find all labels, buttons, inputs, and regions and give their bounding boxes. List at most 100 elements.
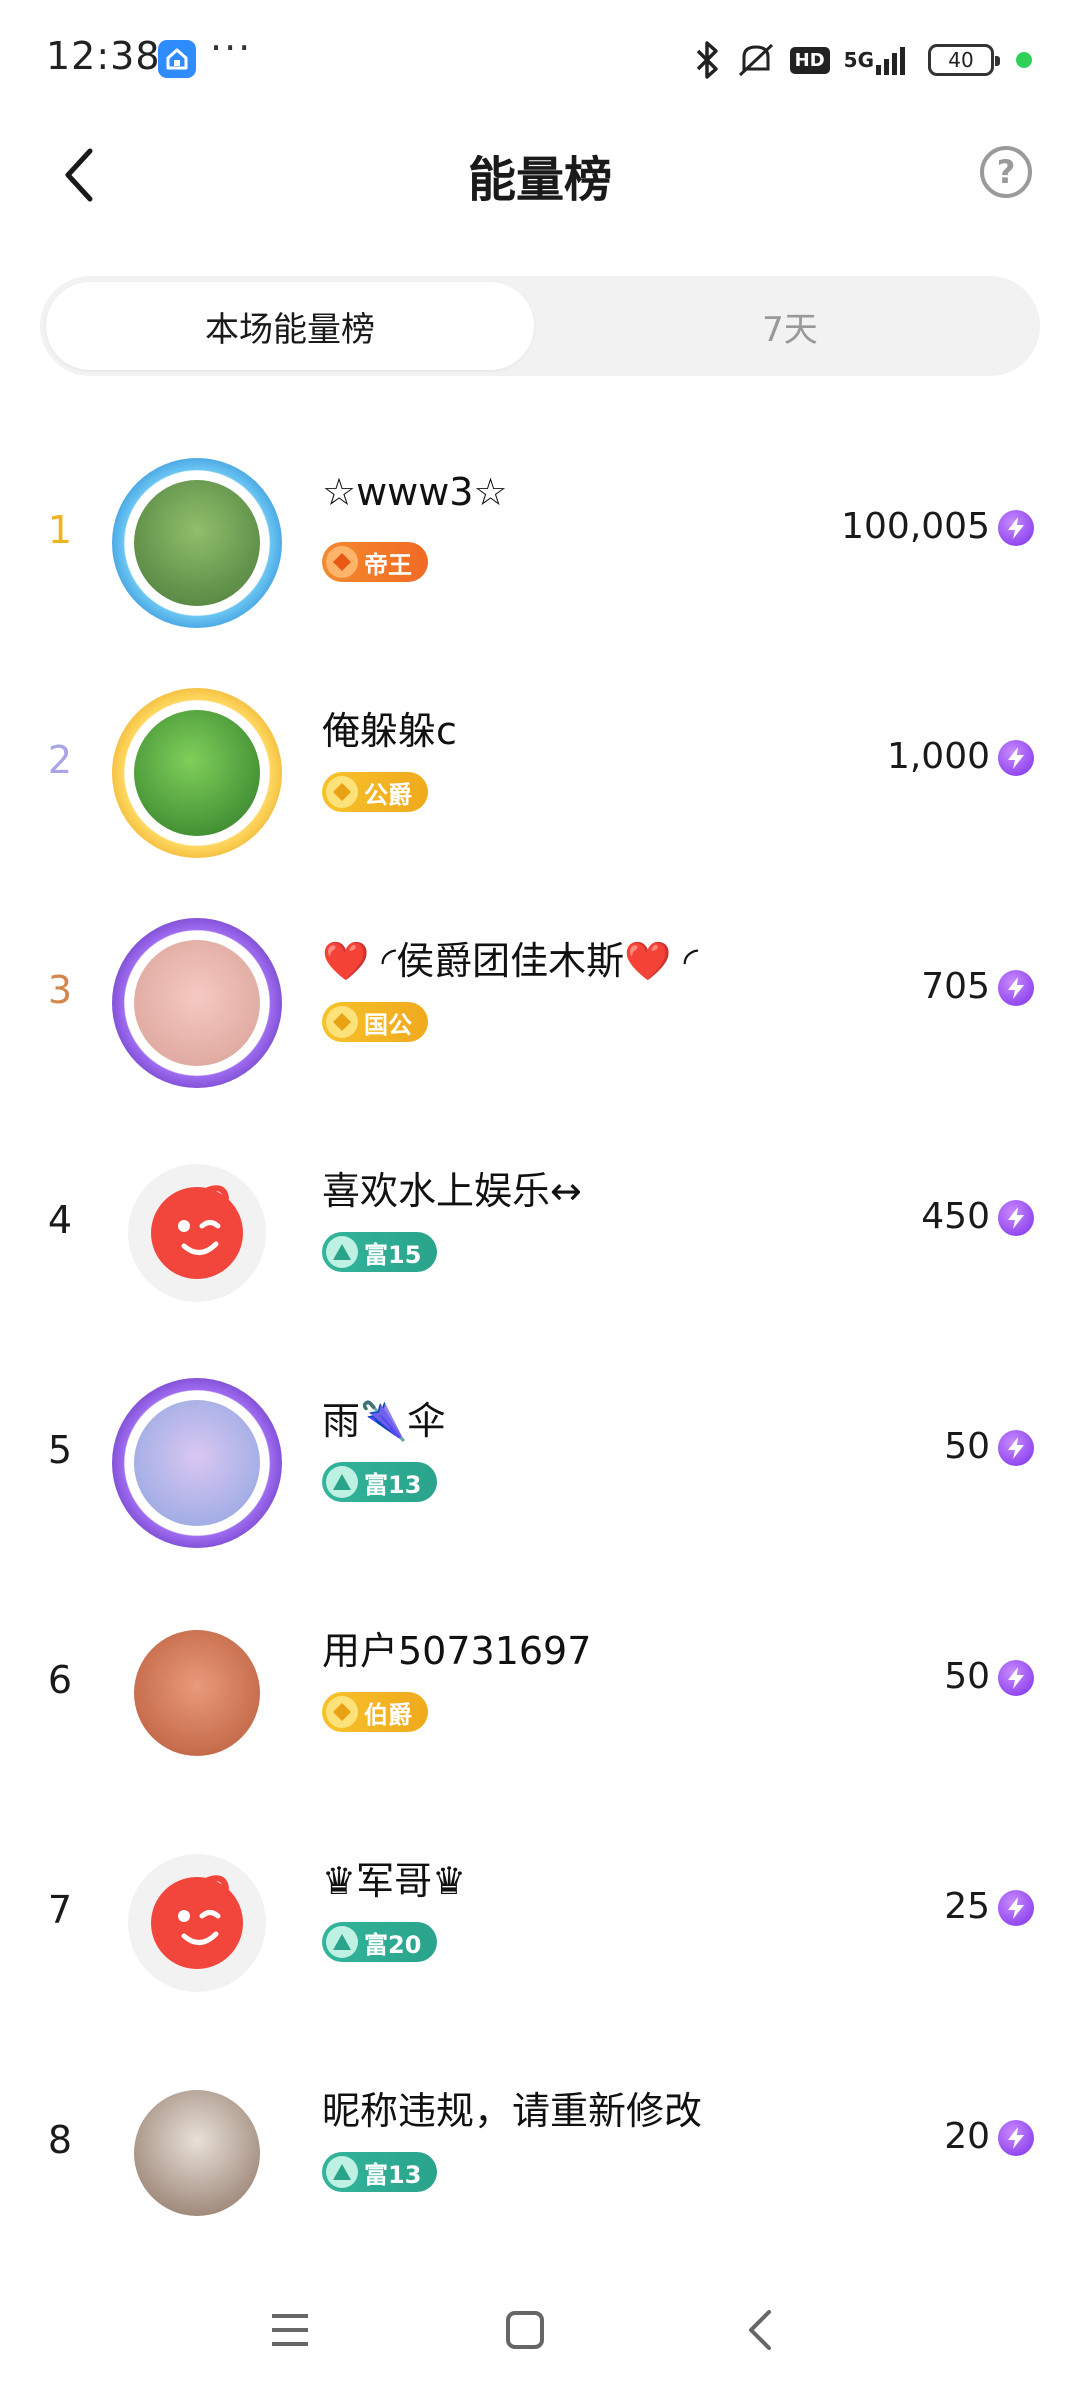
- back-triangle-icon: [749, 2310, 771, 2350]
- avatar[interactable]: [112, 1148, 282, 1318]
- ranking-list: 1 ☆www3☆ 帝王 100,005 2 俺躲躲c 公爵 1,000 3 ❤️ ◜侯爵团佳木斯❤…: [0, 420, 1080, 2260]
- diamond-level-icon: [326, 546, 358, 578]
- status-bar: 12:38 ··· HD 5G 40: [0, 0, 1080, 120]
- hd-badge: HD: [789, 46, 830, 74]
- status-time: 12:38: [46, 34, 161, 78]
- rank-number: 3: [47, 968, 73, 1012]
- energy-bolt-icon: [998, 1430, 1034, 1466]
- bluetooth-icon: [692, 41, 722, 79]
- energy-score: 450: [921, 1196, 990, 1237]
- energy-bolt-icon: [998, 2120, 1034, 2156]
- energy-score: 705: [921, 966, 990, 1007]
- level-badge-label: 富13: [364, 1470, 422, 1499]
- battery-icon: 40: [928, 44, 1000, 76]
- rank-number: 4: [47, 1198, 73, 1242]
- level-badge: 公爵: [322, 772, 428, 812]
- energy-bolt-icon: [998, 1890, 1034, 1926]
- triangle-level-icon: [326, 1466, 358, 1498]
- tab-current-session[interactable]: 本场能量榜: [46, 282, 534, 370]
- menu-button[interactable]: [255, 2300, 325, 2360]
- ranking-row[interactable]: 6 用户50731697 伯爵 50: [0, 1570, 1080, 1800]
- header: 能量榜 ?: [0, 120, 1080, 230]
- ranking-row[interactable]: 4 喜欢水上娱乐↔ 富15 450: [0, 1110, 1080, 1340]
- rank-number: 2: [47, 738, 73, 782]
- avatar[interactable]: [112, 1608, 282, 1778]
- triangle-level-icon: [326, 2156, 358, 2188]
- menu-icon: [272, 2314, 308, 2346]
- avatar[interactable]: [112, 918, 282, 1088]
- level-badge-label: 国公: [364, 1010, 412, 1039]
- default-avatar-icon: [151, 1875, 243, 1969]
- tab-bar: 本场能量榜 7天: [40, 276, 1040, 376]
- nickname: ☆www3☆: [322, 470, 508, 514]
- ranking-row[interactable]: 3 ❤️ ◜侯爵团佳木斯❤️ ◜ 国公 705: [0, 880, 1080, 1110]
- level-badge: 富13: [322, 2152, 438, 2192]
- triangle-level-icon: [326, 1926, 358, 1958]
- mute-icon: [736, 41, 776, 79]
- home-button[interactable]: [490, 2300, 560, 2360]
- ranking-row[interactable]: 7 ♛军哥♛ 富20 25: [0, 1800, 1080, 2030]
- rank-number: 7: [47, 1888, 73, 1932]
- system-nav-bar: [0, 2260, 1080, 2400]
- nav-back-button[interactable]: [725, 2300, 795, 2360]
- battery-level: 40: [948, 48, 974, 72]
- avatar-image: [134, 1630, 260, 1756]
- nickname: 俺躲躲c: [322, 709, 457, 753]
- avatar-frame: [112, 688, 282, 858]
- energy-bolt-icon: [998, 1660, 1034, 1696]
- home-app-icon: [158, 40, 196, 78]
- ranking-row[interactable]: 8 昵称违规，请重新修改富13 20: [0, 2030, 1080, 2260]
- avatar-image: [128, 1854, 266, 1992]
- level-badge-label: 富13: [364, 2160, 422, 2189]
- more-dots-icon: ···: [210, 26, 253, 70]
- avatar[interactable]: [112, 2068, 282, 2238]
- network-label: 5G: [843, 48, 874, 72]
- level-badge-label: 伯爵: [364, 1700, 412, 1729]
- rank-number: 1: [47, 508, 73, 552]
- rank-number: 8: [47, 2118, 73, 2162]
- nickname: 喜欢水上娱乐↔: [322, 1169, 582, 1213]
- diamond-level-icon: [326, 1696, 358, 1728]
- energy-score: 20: [944, 2116, 990, 2157]
- nickname: 用户50731697: [322, 1629, 592, 1673]
- nickname: ❤️ ◜侯爵团佳木斯❤️ ◜: [322, 939, 699, 983]
- avatar-image: [128, 1164, 266, 1302]
- energy-score: 100,005: [841, 506, 990, 547]
- avatar-frame: [112, 918, 282, 1088]
- avatar[interactable]: [112, 458, 282, 628]
- energy-score: 25: [944, 1886, 990, 1927]
- triangle-level-icon: [326, 1236, 358, 1268]
- level-badge-label: 富15: [364, 1240, 422, 1269]
- energy-score: 50: [944, 1426, 990, 1467]
- diamond-level-icon: [326, 1006, 358, 1038]
- level-badge-label: 公爵: [364, 780, 412, 809]
- ranking-row[interactable]: 2 俺躲躲c 公爵 1,000: [0, 650, 1080, 880]
- avatar[interactable]: [112, 1378, 282, 1548]
- active-dot-icon: [1016, 52, 1032, 68]
- avatar-frame: [112, 1378, 282, 1548]
- nickname: 雨🌂伞: [322, 1399, 446, 1443]
- energy-bolt-icon: [998, 1200, 1034, 1236]
- avatar[interactable]: [112, 1838, 282, 2008]
- diamond-level-icon: [326, 776, 358, 808]
- energy-bolt-icon: [998, 970, 1034, 1006]
- ranking-row[interactable]: 1 ☆www3☆ 帝王 100,005: [0, 420, 1080, 650]
- rank-number: 5: [47, 1428, 73, 1472]
- level-badge: 富15: [322, 1232, 438, 1272]
- level-badge: 富20: [322, 1922, 438, 1962]
- level-badge: 富13: [322, 1462, 438, 1502]
- energy-score: 50: [944, 1656, 990, 1697]
- help-button[interactable]: ?: [980, 146, 1032, 198]
- avatar[interactable]: [112, 688, 282, 858]
- ranking-row[interactable]: 5 雨🌂伞富13 50: [0, 1340, 1080, 1570]
- level-badge: 国公: [322, 1002, 428, 1042]
- energy-score: 1,000: [886, 736, 990, 777]
- level-badge: 伯爵: [322, 1692, 428, 1732]
- nickname: ♛军哥♛: [322, 1859, 467, 1903]
- level-badge: 帝王: [322, 542, 428, 582]
- level-badge-label: 富20: [364, 1930, 422, 1959]
- tab-7-days[interactable]: 7天: [546, 282, 1034, 370]
- avatar-image: [134, 2090, 260, 2216]
- signal-icon: 5G: [844, 43, 914, 77]
- nickname: 昵称违规，请重新修改: [322, 2089, 703, 2133]
